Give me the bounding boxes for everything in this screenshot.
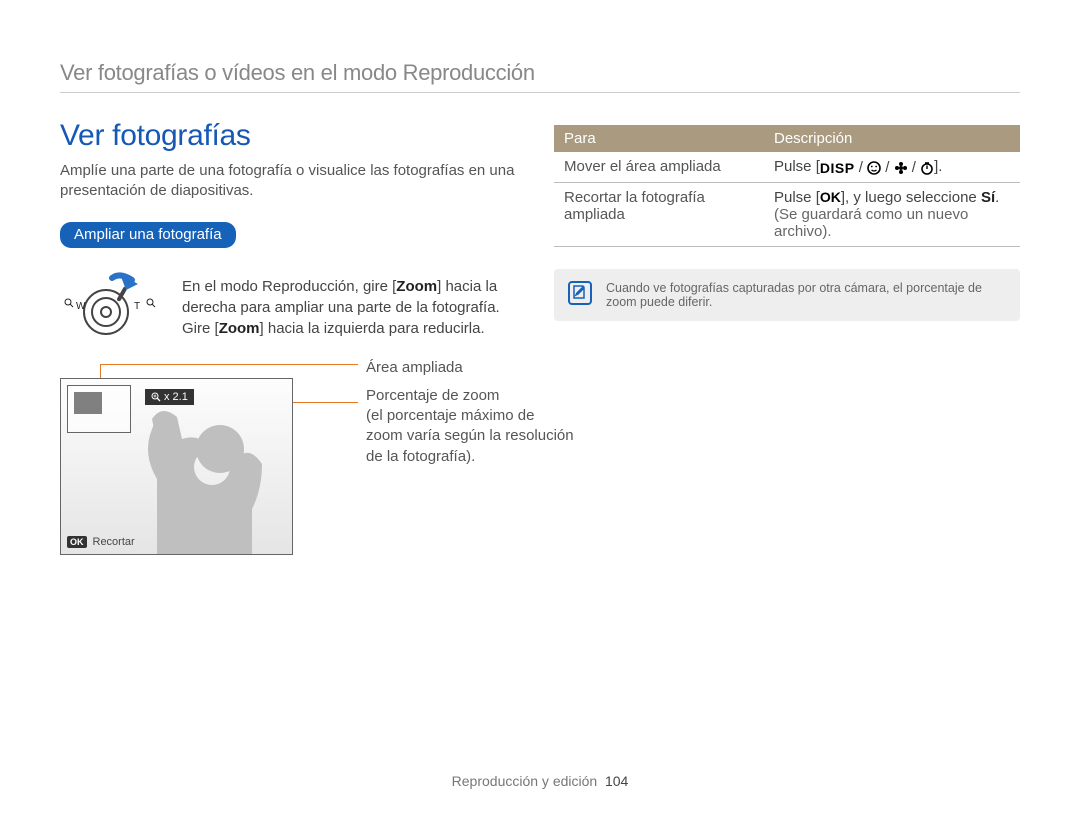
nav-overview-box (67, 385, 131, 433)
zoom-dial-illustration: W T (60, 268, 164, 348)
table-cell-para: Recortar la fotografía ampliada (554, 182, 764, 246)
table-head-para: Para (554, 125, 764, 152)
timer-icon (920, 161, 934, 175)
header-rule (60, 92, 1020, 93)
flower-icon (894, 161, 908, 175)
zoom-dial-description: En el modo Reproducción, gire [Zoom] hac… (182, 276, 526, 348)
subsection-pill: Ampliar una fotografía (60, 222, 236, 248)
section-title: Ver fotografías (60, 119, 526, 153)
info-note: Cuando ve fotografías capturadas por otr… (554, 269, 1020, 321)
dial-zoom-label-2: Zoom (219, 320, 260, 337)
magnifier-plus-icon (151, 392, 161, 402)
dial-t-label-txt: T (134, 301, 140, 312)
actions-table: Para Descripción Mover el área ampliada … (554, 125, 1020, 247)
table-row: Recortar la fotografía ampliada Pulse [O… (554, 182, 1020, 246)
smiley-icon (867, 161, 881, 175)
section-intro: Amplíe una parte de una fotografía o vis… (60, 161, 526, 202)
dial-text-pre: En el modo Reproducción, gire [ (182, 278, 396, 295)
crop-label: Recortar (93, 536, 135, 548)
table-cell-desc: Pulse [OK], y luego seleccione Sí. (Se g… (764, 182, 1020, 246)
right-column: Para Descripción Mover el área ampliada … (554, 119, 1020, 578)
dial-zoom-label-1: Zoom (396, 278, 437, 295)
page-running-header: Ver fotografías o vídeos en el modo Repr… (60, 60, 1020, 86)
left-column: Ver fotografías Amplíe una parte de una … (60, 119, 526, 578)
callout-area-ampliada: Área ampliada (366, 358, 586, 378)
enlarged-area-diagram: Área ampliada Porcentaje de zoom (el por… (60, 378, 526, 578)
camera-screen-mock: x 2.1 OK Recortar (60, 378, 293, 555)
zoom-indicator-value: x 2.1 (164, 391, 188, 403)
crop-action-hint: OK Recortar (67, 536, 135, 548)
dial-w-label-txt: W (76, 301, 85, 312)
dial-text-post: ] hacia la izquierda para reducirla. (260, 320, 485, 337)
note-icon (568, 281, 592, 305)
disp-icon: DISP (820, 160, 855, 176)
footer-section-label: Reproducción y edición (452, 773, 598, 789)
page-footer: Reproducción y edición 104 (0, 773, 1080, 789)
note-text: Cuando ve fotografías capturadas por otr… (606, 281, 1006, 309)
zoom-indicator: x 2.1 (145, 389, 194, 405)
ok-key-label: OK (820, 189, 841, 205)
table-cell-para: Mover el área ampliada (554, 152, 764, 182)
table-cell-desc: Pulse [ DISP / / / ]. (764, 152, 1020, 182)
table-head-desc: Descripción (764, 125, 1020, 152)
nav-selection-rect (74, 392, 102, 414)
footer-page-number: 104 (605, 773, 628, 789)
callout-zoom-pct: Porcentaje de zoom (el porcentaje máximo… (366, 386, 586, 467)
ok-button-glyph: OK (67, 536, 87, 548)
table-row: Mover el área ampliada Pulse [ DISP / / … (554, 152, 1020, 182)
